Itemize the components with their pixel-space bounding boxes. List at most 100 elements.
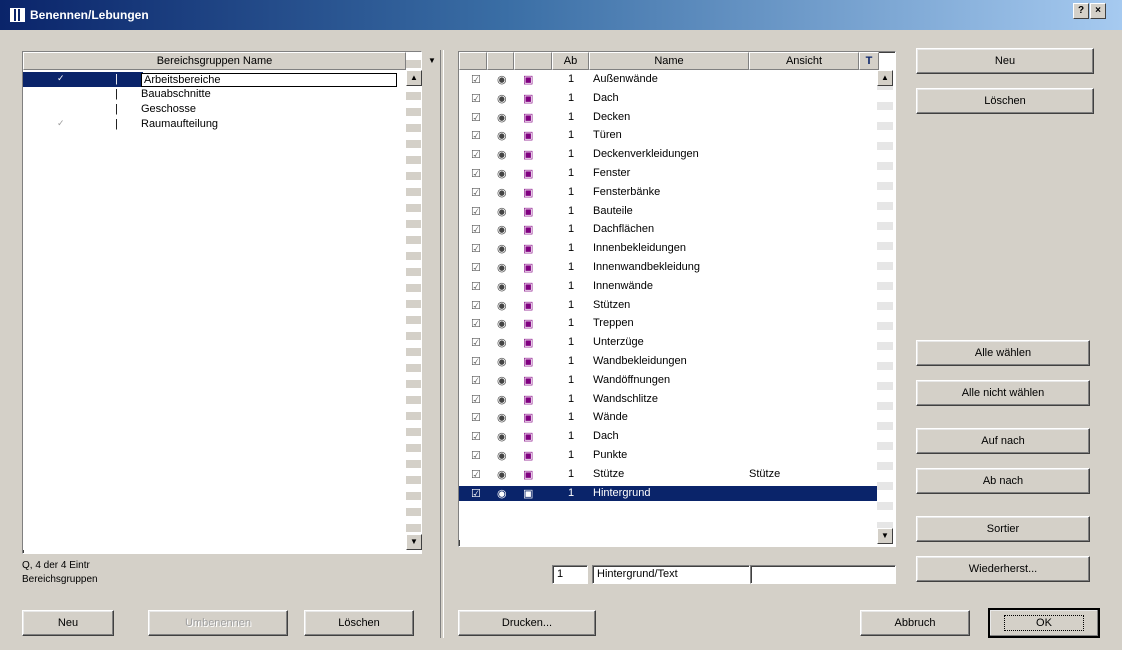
layer-row[interactable]: ☑ ◉ ▣ 1 Innenbekleidungen xyxy=(459,241,877,256)
layer-row[interactable]: ☑ ◉ ▣ 1 Dach xyxy=(459,91,877,106)
visible-toggle-icon[interactable]: ☑ xyxy=(471,299,481,312)
visible-toggle-icon[interactable]: ☑ xyxy=(471,430,481,443)
eye-icon[interactable]: ◉ xyxy=(497,186,507,199)
visible-toggle-icon[interactable]: ☑ xyxy=(471,111,481,124)
layer-row[interactable]: ☑ ◉ ▣ 1 Türen xyxy=(459,128,877,143)
layer-row[interactable]: ☑ ◉ ▣ 1 Wände xyxy=(459,410,877,425)
scroll-up-arrow-icon[interactable]: ▲ xyxy=(406,70,422,86)
edit-icon[interactable]: ▣ xyxy=(523,167,533,180)
sort-button[interactable]: Sortier xyxy=(916,516,1090,542)
eye-icon[interactable]: ◉ xyxy=(497,242,507,255)
visible-toggle-icon[interactable]: ☑ xyxy=(471,261,481,274)
layer-row[interactable]: ☑ ◉ ▣ 1 Decken xyxy=(459,110,877,125)
visible-toggle-icon[interactable]: ☑ xyxy=(471,129,481,142)
restore-button[interactable]: Wiederherst... xyxy=(916,556,1090,582)
layer-row[interactable]: ☑ ◉ ▣ 1 Dach xyxy=(459,429,877,444)
list-item[interactable]: ✓ | Raumaufteilung xyxy=(23,117,408,132)
edit-icon[interactable]: ▣ xyxy=(523,148,533,161)
edit-icon[interactable]: ▣ xyxy=(523,317,533,330)
column-header-ab[interactable]: Ab xyxy=(552,52,589,70)
ansicht-field[interactable] xyxy=(750,565,896,584)
layer-row[interactable]: ☑ ◉ ▣ 1 Stützen xyxy=(459,298,877,313)
edit-icon[interactable]: ▣ xyxy=(523,205,533,218)
eye-icon[interactable]: ◉ xyxy=(497,411,507,424)
edit-icon[interactable]: ▣ xyxy=(523,449,533,462)
name-field[interactable]: Hintergrund/Text xyxy=(592,565,750,584)
list-item[interactable]: ✓ | Arbeitsbereiche xyxy=(23,72,408,87)
edit-icon[interactable]: ▣ xyxy=(523,336,533,349)
visible-toggle-icon[interactable]: ☑ xyxy=(471,223,481,236)
visible-toggle-icon[interactable]: ☑ xyxy=(471,167,481,180)
visible-toggle-icon[interactable]: ☑ xyxy=(471,186,481,199)
layer-row[interactable]: ☑ ◉ ▣ 1 Innenwandbekleidung xyxy=(459,260,877,275)
rename-group-button[interactable]: Umbenennen xyxy=(148,610,288,636)
eye-icon[interactable]: ◉ xyxy=(497,374,507,387)
edit-icon[interactable]: ▣ xyxy=(523,393,533,406)
layer-row[interactable]: ☑ ◉ ▣ 1 Treppen xyxy=(459,316,877,331)
edit-icon[interactable]: ▣ xyxy=(523,299,533,312)
visible-toggle-icon[interactable]: ☑ xyxy=(471,205,481,218)
edit-icon[interactable]: ▣ xyxy=(523,355,533,368)
visible-toggle-icon[interactable]: ☑ xyxy=(471,487,481,500)
edit-icon[interactable]: ▣ xyxy=(523,129,533,142)
edit-icon[interactable]: ▣ xyxy=(523,374,533,387)
visible-toggle-icon[interactable]: ☑ xyxy=(471,148,481,161)
edit-icon[interactable]: ▣ xyxy=(523,242,533,255)
column-header-visible[interactable] xyxy=(459,52,487,70)
cancel-button[interactable]: Abbruch xyxy=(860,610,970,636)
delete-layer-button[interactable]: Löschen xyxy=(916,88,1094,114)
visible-toggle-icon[interactable]: ☑ xyxy=(471,280,481,293)
visible-toggle-icon[interactable]: ☑ xyxy=(471,355,481,368)
column-header-view[interactable] xyxy=(487,52,514,70)
column-header-name[interactable]: Bereichsgruppen Name xyxy=(23,52,406,70)
layer-row[interactable]: ☑ ◉ ▣ 1 Fenster xyxy=(459,166,877,181)
layer-list[interactable]: Ab Name Ansicht T ☑ ◉ ▣ 1 Außenwände ☑ ◉ ▣ 1 Dach… xyxy=(458,51,896,547)
layer-row[interactable]: ☑ ◉ ▣ 1 Innenwände xyxy=(459,279,877,294)
visible-toggle-icon[interactable]: ☑ xyxy=(471,468,481,481)
delete-group-button[interactable]: Löschen xyxy=(304,610,414,636)
scroll-down-arrow-icon[interactable]: ▼ xyxy=(877,528,893,544)
layer-row[interactable]: ☑ ◉ ▣ 1 Dachflächen xyxy=(459,222,877,237)
edit-icon[interactable]: ▣ xyxy=(523,73,533,86)
number-field[interactable]: 1 xyxy=(552,565,588,584)
visible-toggle-icon[interactable]: ☑ xyxy=(471,317,481,330)
eye-icon[interactable]: ◉ xyxy=(497,92,507,105)
select-all-button[interactable]: Alle wählen xyxy=(916,340,1090,366)
eye-icon[interactable]: ◉ xyxy=(497,73,507,86)
eye-icon[interactable]: ◉ xyxy=(497,355,507,368)
eye-icon[interactable]: ◉ xyxy=(497,167,507,180)
eye-icon[interactable]: ◉ xyxy=(497,468,507,481)
edit-icon[interactable]: ▣ xyxy=(523,468,533,481)
move-down-button[interactable]: Ab nach xyxy=(916,468,1090,494)
visible-toggle-icon[interactable]: ☑ xyxy=(471,411,481,424)
column-header-name[interactable]: Name xyxy=(589,52,749,70)
layer-row[interactable]: ☑ ◉ ▣ 1 Punkte xyxy=(459,448,877,463)
list-item[interactable]: | Geschosse xyxy=(23,102,408,117)
visible-toggle-icon[interactable]: ☑ xyxy=(471,449,481,462)
edit-icon[interactable]: ▣ xyxy=(523,223,533,236)
new-layer-button[interactable]: Neu xyxy=(916,48,1094,74)
edit-icon[interactable]: ▣ xyxy=(523,186,533,199)
filter-icon[interactable]: T xyxy=(859,52,879,70)
eye-icon[interactable]: ◉ xyxy=(497,336,507,349)
visible-toggle-icon[interactable]: ☑ xyxy=(471,393,481,406)
column-header-ansicht[interactable]: Ansicht xyxy=(749,52,859,70)
edit-icon[interactable]: ▣ xyxy=(523,111,533,124)
eye-icon[interactable]: ◉ xyxy=(497,449,507,462)
visible-toggle-icon[interactable]: ☑ xyxy=(471,242,481,255)
edit-icon[interactable]: ▣ xyxy=(523,92,533,105)
edit-icon[interactable]: ▣ xyxy=(523,487,533,500)
left-vertical-scrollbar[interactable]: ▲ ▼ xyxy=(406,52,422,551)
eye-icon[interactable]: ◉ xyxy=(497,111,507,124)
layer-row[interactable]: ☑ ◉ ▣ 1 Hintergrund xyxy=(459,485,877,501)
edit-icon[interactable]: ▣ xyxy=(523,280,533,293)
eye-icon[interactable]: ◉ xyxy=(497,148,507,161)
eye-icon[interactable]: ◉ xyxy=(497,223,507,236)
eye-icon[interactable]: ◉ xyxy=(497,261,507,274)
list-item[interactable]: | Bauabschnitte xyxy=(23,87,408,102)
edit-icon[interactable]: ▣ xyxy=(523,261,533,274)
ok-button[interactable]: OK xyxy=(988,608,1100,638)
edit-icon[interactable]: ▣ xyxy=(523,411,533,424)
eye-icon[interactable]: ◉ xyxy=(497,280,507,293)
eye-icon[interactable]: ◉ xyxy=(497,430,507,443)
